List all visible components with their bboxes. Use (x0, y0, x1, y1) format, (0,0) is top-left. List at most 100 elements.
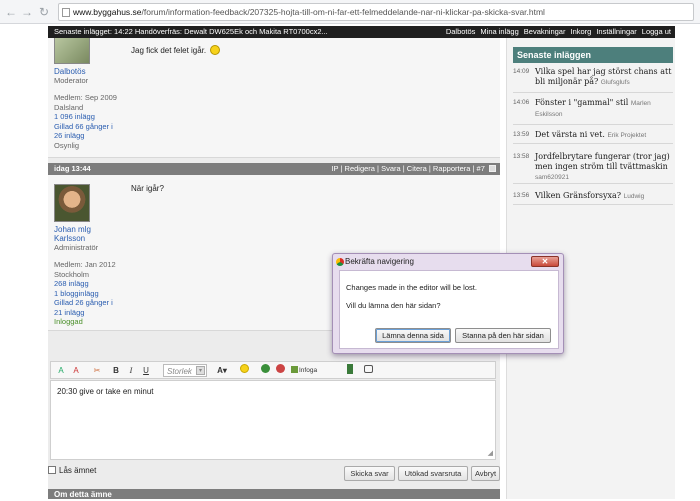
user-status: Osynlig (54, 140, 80, 150)
avatar[interactable] (54, 184, 90, 222)
user-liked[interactable]: Gillad 26 gånger i (54, 298, 116, 308)
dialog-title: Bekräfta navigering (345, 257, 414, 266)
sidebar-item[interactable]: 13:56 Vilken Gränsforsyxa? Ludwig (513, 191, 673, 205)
watches-link[interactable]: Bevakningar (524, 27, 566, 36)
text-color-button[interactable]: A▾ (213, 364, 231, 377)
user-location: Stockholm (54, 269, 90, 279)
sidebar-item[interactable]: 13:59 Det värsta ni vet. Erik Projektet (513, 130, 673, 144)
lock-thread-checkbox[interactable] (48, 466, 56, 474)
username-last[interactable]: Karlsson (54, 234, 91, 243)
sidebar-item-title[interactable]: Jordfelbrytare fungerar (tror jag) men i… (535, 152, 670, 171)
smiley-icon (210, 45, 221, 55)
sidebar-item-time: 14:09 (513, 68, 530, 75)
editor-toolbar: A A ✂ B I U Storlek ▾ A▾ Infoga bild (50, 361, 496, 387)
reply-textarea[interactable]: 20:30 give or take en minut ◢ (50, 380, 496, 460)
resize-handle-icon[interactable]: ◢ (488, 449, 493, 457)
chevron-down-icon: ▾ (196, 366, 205, 375)
right-gutter (675, 38, 700, 499)
post-username[interactable]: Dalbotös (54, 67, 86, 76)
latest-post-ticker[interactable]: Senaste inlägget: 14:22 Handöverfräs: De… (54, 26, 328, 38)
forward-icon[interactable]: → (20, 5, 34, 19)
cancel-button[interactable]: Avbryt (471, 466, 500, 481)
quote-icon[interactable] (362, 364, 374, 377)
user-menu: Dalbotös Mina inlägg Bevakningar Inkorg Inst… (441, 26, 671, 38)
dialog-body: Changes made in the editor will be lost.… (339, 270, 559, 349)
settings-link[interactable]: Inställningar (596, 27, 636, 36)
user-post-count[interactable]: 268 inlägg (54, 279, 116, 289)
logout-link[interactable]: Logga ut (642, 27, 671, 36)
post-user-role: Administratör (54, 243, 99, 252)
user-liked-count[interactable]: 26 inlägg (54, 131, 117, 141)
post-user-role: Moderator (54, 76, 89, 85)
user-blog-count[interactable]: 1 blogginlägg (54, 289, 116, 299)
sidebar-item-link[interactable]: Jordfelbrytare fungerar (tror jag) men i… (535, 152, 673, 183)
sidebar-item-link[interactable]: Vilka spel har jag störst chans att bli … (535, 67, 673, 88)
sidebar-item-time: 14:06 (513, 99, 530, 106)
address-bar[interactable]: www.byggahus.se/forum/information-feedba… (58, 3, 694, 21)
confirm-navigation-dialog: Bekräfta navigering ✕ Changes made in th… (332, 253, 564, 354)
site-topbar: Senaste inlägget: 14:22 Handöverfräs: De… (48, 26, 675, 38)
post-user-meta: Medlem: Sep 2009 Dalsland 1 096 inlägg G… (54, 93, 117, 150)
sidebar-item-author: Ludwig (623, 193, 645, 200)
smiley-picker-icon[interactable] (239, 364, 250, 377)
sidebar-item-link[interactable]: Fönster i "gammal" stil Marlen Eskilsson (535, 98, 673, 120)
sidebar-item-time: 13:59 (513, 131, 530, 138)
leave-page-button[interactable]: Lämna denna sida (375, 328, 451, 343)
sidebar-item-title[interactable]: Vilken Gränsforsyxa? (535, 191, 621, 200)
back-icon[interactable]: ← (4, 5, 18, 19)
page-icon (62, 8, 70, 17)
avatar[interactable] (54, 38, 90, 64)
sidebar-item[interactable]: 13:58 Jordfelbrytare fungerar (tror jag)… (513, 152, 673, 184)
remove-format-icon[interactable]: A (70, 364, 82, 377)
my-posts-link[interactable]: Mina inlägg (480, 27, 518, 36)
browser-toolbar: ← → ↻ www.byggahus.se/forum/information-… (0, 0, 700, 24)
post-user-meta: Medlem: Jan 2012 Stockholm 268 inlägg 1 … (54, 260, 116, 327)
italic-button[interactable]: I (126, 364, 136, 377)
sidebar-item-title[interactable]: Det värsta ni vet. (535, 130, 605, 139)
bold-button[interactable]: B (111, 364, 121, 377)
sidebar-item-link[interactable]: Det värsta ni vet. Erik Projektet (535, 130, 673, 141)
latest-posts-title: Senaste inläggen (513, 47, 673, 63)
sidebar-item[interactable]: 14:09 Vilka spel har jag störst chans at… (513, 67, 673, 93)
font-size-select[interactable]: Storlek ▾ (163, 364, 207, 377)
sidebar-item-title[interactable]: Fönster i "gammal" stil (535, 98, 628, 107)
sidebar-item[interactable]: 14:06 Fönster i "gammal" stil Marlen Esk… (513, 98, 673, 125)
member-since: Medlem: Jan 2012 (54, 260, 116, 269)
sidebar-item-author: sam620921 (535, 174, 569, 181)
font-color-icon[interactable]: A (55, 364, 67, 377)
insert-image-button[interactable]: Infoga bild (291, 364, 327, 387)
video-icon[interactable] (345, 364, 355, 377)
sidebar-item-author: Glufsglufs (600, 79, 630, 86)
user-link[interactable]: Dalbotös (446, 27, 476, 36)
user-liked[interactable]: Gillad 66 gånger i (54, 122, 117, 132)
url-path: /forum/information-feedback/207325-hojta… (141, 7, 545, 17)
post-text: Jag fick det felet igår. (131, 45, 221, 55)
user-post-count[interactable]: 1 096 inlägg (54, 112, 117, 122)
post-actions-links[interactable]: IP | Redigera | Svara | Citera | Rapport… (331, 164, 484, 173)
sidebar-item-link[interactable]: Vilken Gränsforsyxa? Ludwig (535, 191, 673, 202)
username-first[interactable]: Johan mlg (54, 225, 91, 234)
select-post-checkbox[interactable] (489, 165, 496, 172)
send-reply-button[interactable]: Skicka svar (344, 466, 395, 481)
user-status: Inloggad (54, 317, 83, 326)
unlink-icon[interactable] (275, 364, 286, 377)
user-liked-count[interactable]: 21 inlägg (54, 308, 116, 318)
underline-button[interactable]: U (141, 364, 151, 377)
inbox-link[interactable]: Inkorg (570, 27, 591, 36)
post-body: Jag fick det felet igår. (131, 46, 207, 55)
left-gutter (0, 25, 48, 499)
chrome-icon (336, 258, 344, 266)
post-username[interactable]: Johan mlg Karlsson (54, 225, 91, 243)
stay-on-page-button[interactable]: Stanna på den här sidan (455, 328, 551, 343)
user-location: Dalsland (54, 102, 84, 112)
post-body: När igår? (131, 184, 164, 193)
close-button[interactable]: ✕ (531, 256, 559, 267)
extended-reply-button[interactable]: Utökad svarsruta (398, 466, 468, 481)
paste-icon[interactable]: ✂ (91, 364, 103, 377)
link-icon[interactable] (260, 364, 271, 377)
lock-thread-label: Lås ämnet (59, 466, 97, 475)
font-size-label: Storlek (167, 367, 192, 376)
about-thread-header: Om detta ämne (48, 489, 500, 499)
reload-icon[interactable]: ↻ (37, 5, 51, 19)
post-actions[interactable]: IP | Redigera | Svara | Citera | Rapport… (331, 163, 496, 175)
